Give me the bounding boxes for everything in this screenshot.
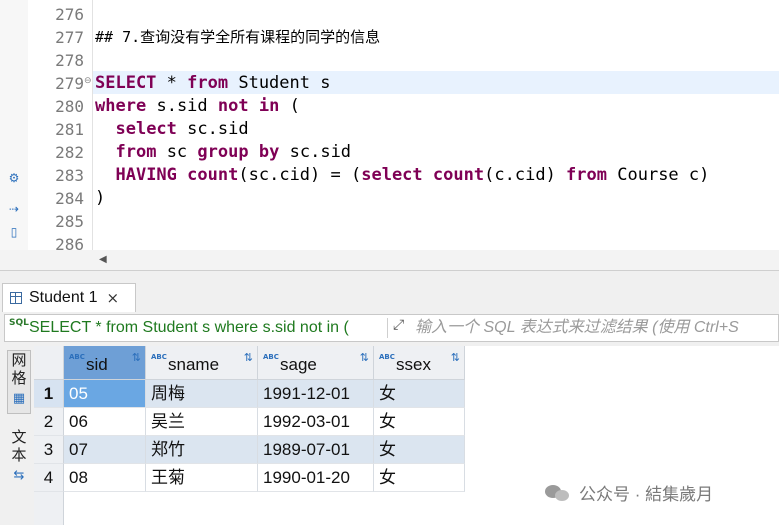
watermark: 公众号 · 結集歲月 [545, 480, 713, 505]
query-text[interactable]: SELECT * from Student s where s.sid not … [29, 317, 385, 339]
table-cell[interactable]: 女 [374, 408, 465, 436]
code-line: select sc.sid [115, 119, 249, 139]
sort-filter-icon[interactable]: ⇅ [244, 351, 253, 364]
line-number: 277 [55, 28, 84, 47]
line-number: 278 [55, 51, 84, 70]
text-type-icon: ABC [263, 353, 279, 361]
row-number-header [34, 346, 64, 380]
column-header-sage[interactable]: ABC sage ⇅ [258, 346, 374, 380]
text-type-icon: ABC [151, 353, 167, 361]
table-row[interactable]: 2 06 吴兰 1992-03-01 女 [34, 408, 779, 436]
row-number: 2 [34, 408, 64, 436]
table-row[interactable]: 1 05 周梅 1991-12-01 女 [34, 380, 779, 408]
filter-input[interactable]: 输入一个 SQL 表达式来过滤结果 (使用 Ctrl+S [415, 317, 739, 339]
sql-editor[interactable]: ⚙ ⇢ ▯ ▤ 276 277 278 279 280 281 282 283 … [0, 0, 779, 250]
code-line: ) [95, 188, 106, 208]
table-cell[interactable]: 女 [374, 380, 465, 408]
text-tab-label: 文本 [11, 428, 27, 464]
tab-label: Student 1 [29, 289, 98, 306]
editor-corner [0, 250, 93, 270]
column-header-sname[interactable]: ABC sname ⇅ [146, 346, 258, 380]
code-line: HAVING count(sc.cid) = (select count(c.c… [115, 165, 710, 185]
code-line: from sc group by sc.sid [115, 142, 352, 162]
text-icon: ⇆ [13, 468, 25, 483]
table-cell[interactable]: 1991-12-01 [258, 380, 374, 408]
column-name: sname [168, 355, 220, 374]
grid-icon: ▦ [12, 391, 26, 406]
wechat-icon [545, 483, 571, 503]
line-number: 281 [55, 120, 84, 139]
file-icon[interactable]: ▯ [6, 224, 22, 240]
filter-bar: SQL SELECT * from Student s where s.sid … [4, 314, 779, 342]
sql-icon: SQL [9, 318, 29, 328]
line-number: 276 [55, 5, 84, 24]
text-type-icon: ABC [69, 353, 85, 361]
scroll-left-icon[interactable]: ◀ [99, 254, 107, 265]
table-icon [10, 292, 22, 304]
row-number: 4 [34, 464, 64, 492]
table-cell[interactable]: 郑竹 [146, 436, 258, 464]
text-type-icon: ABC [379, 353, 395, 361]
expand-icon[interactable]: ⤢ [393, 317, 404, 333]
view-switcher: 网格 ▦ 文本 ⇆ [4, 346, 34, 525]
line-number: 285 [55, 212, 84, 231]
line-number: 286 [55, 235, 84, 250]
watermark-text: 公众号 · 結集歲月 [579, 485, 714, 504]
table-cell[interactable]: 周梅 [146, 380, 258, 408]
code-line: SELECT * from Student s [95, 73, 331, 93]
column-name: ssex [396, 355, 431, 374]
fold-toggle-icon[interactable]: ⊖ [84, 77, 92, 86]
line-number: 283 [55, 166, 84, 185]
script-icon[interactable]: ⇢ [6, 201, 22, 217]
row-number: 3 [34, 436, 64, 464]
close-icon[interactable]: × [107, 289, 120, 307]
table-cell[interactable]: 王菊 [146, 464, 258, 492]
sort-filter-icon[interactable]: ⇅ [360, 351, 369, 364]
gutter-divider [92, 0, 93, 250]
tab-student-1[interactable]: Student 1 × [2, 283, 136, 312]
code-comment-line: ## 7.查询没有学全所有课程的同学的信息 [95, 28, 381, 46]
table-cell[interactable]: 1989-07-01 [258, 436, 374, 464]
tab-grid[interactable]: 网格 ▦ [7, 350, 31, 414]
divider [387, 318, 388, 338]
grid-tab-label: 网格 [11, 351, 27, 387]
table-cell[interactable]: 06 [64, 408, 146, 436]
table-cell[interactable]: 女 [374, 436, 465, 464]
table-cell[interactable]: 07 [64, 436, 146, 464]
results-tab-bar: Student 1 × [0, 270, 779, 312]
column-name: sage [280, 355, 317, 374]
table-cell[interactable]: 吴兰 [146, 408, 258, 436]
editor-horizontal-scrollbar[interactable]: ◀ [93, 250, 779, 270]
column-header-sid[interactable]: ABC sid ⇅ [64, 346, 146, 380]
table-cell[interactable]: 1990-01-20 [258, 464, 374, 492]
table-row[interactable]: 3 07 郑竹 1989-07-01 女 [34, 436, 779, 464]
line-number: 282 [55, 143, 84, 162]
gear-icon[interactable]: ⚙ [6, 170, 22, 186]
sort-filter-icon[interactable]: ⇅ [451, 351, 460, 364]
tab-text[interactable]: 文本 ⇆ [7, 428, 31, 488]
table-cell[interactable]: 05 [64, 380, 146, 408]
editor-left-toolbar: ⚙ ⇢ ▯ ▤ [0, 0, 28, 250]
column-header-ssex[interactable]: ABC ssex ⇅ [374, 346, 465, 380]
sort-filter-icon[interactable]: ⇅ [132, 351, 141, 364]
column-name: sid [86, 355, 108, 374]
row-number: 1 [34, 380, 64, 408]
table-cell[interactable]: 女 [374, 464, 465, 492]
line-number: 280 [55, 97, 84, 116]
code-line: where s.sid not in ( [95, 96, 300, 116]
line-number: 279 [55, 74, 84, 93]
line-number: 284 [55, 189, 84, 208]
table-cell[interactable]: 08 [64, 464, 146, 492]
table-cell[interactable]: 1992-03-01 [258, 408, 374, 436]
row-number-gutter [34, 492, 64, 525]
